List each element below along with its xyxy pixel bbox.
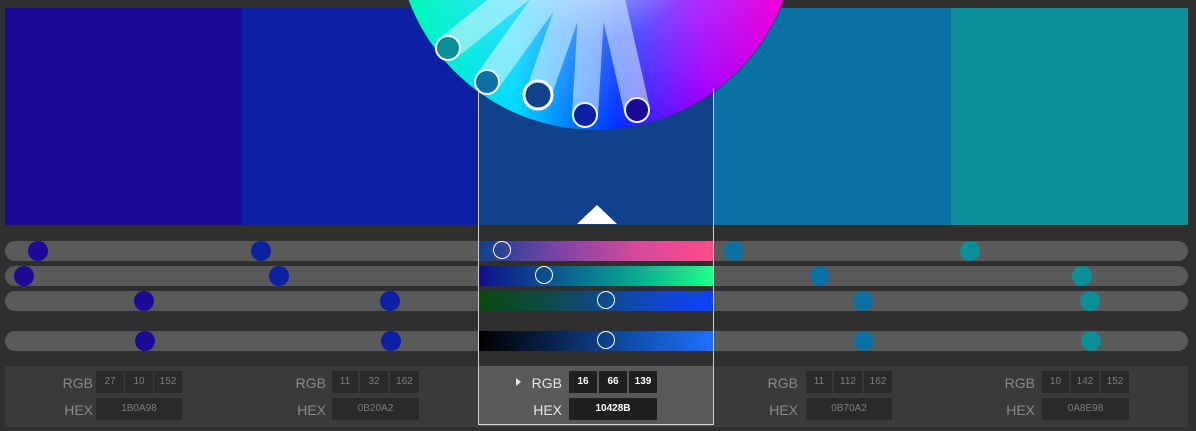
- slider-dot[interactable]: [1081, 331, 1101, 351]
- g-value[interactable]: 142: [1071, 371, 1099, 393]
- slider-dot[interactable]: [960, 241, 980, 261]
- slider-dot[interactable]: [810, 266, 830, 286]
- selected-slider-handle[interactable]: [493, 241, 511, 259]
- slider-dot[interactable]: [28, 241, 48, 261]
- hex-value[interactable]: 10428B: [569, 398, 657, 420]
- b-value[interactable]: 139: [629, 371, 657, 393]
- slider-dot[interactable]: [1080, 291, 1100, 311]
- rgb-label: RGB: [531, 375, 562, 391]
- swatch-3-values-selected: RGB 16 66 139 HEX 10428B: [479, 366, 714, 426]
- hex-label: HEX: [1006, 402, 1035, 418]
- r-value[interactable]: 11: [806, 371, 832, 393]
- slider-dot[interactable]: [853, 291, 873, 311]
- slider-dot[interactable]: [854, 331, 874, 351]
- hex-label: HEX: [64, 402, 93, 418]
- hex-value[interactable]: 0B70A2: [806, 398, 892, 420]
- b-value[interactable]: 152: [154, 371, 182, 393]
- swatch-5-values: RGB 10 142 152 HEX 0A8E98: [951, 366, 1188, 427]
- slider-dot[interactable]: [135, 331, 155, 351]
- slider-dot[interactable]: [381, 331, 401, 351]
- hex-label: HEX: [297, 402, 326, 418]
- hex-value[interactable]: 0A8E98: [1042, 398, 1129, 420]
- slider-dot[interactable]: [251, 241, 271, 261]
- selected-slider-handle[interactable]: [597, 291, 615, 309]
- b-value[interactable]: 152: [1101, 371, 1129, 393]
- swatch-5[interactable]: [951, 8, 1188, 225]
- rgb-label: RGB: [62, 375, 93, 391]
- rgb-label: RGB: [295, 375, 326, 391]
- r-value[interactable]: 11: [332, 371, 358, 393]
- hex-value[interactable]: 0B20A2: [332, 398, 419, 420]
- r-value[interactable]: 27: [96, 371, 124, 393]
- slider-dot[interactable]: [724, 241, 744, 261]
- swatch-4[interactable]: [714, 8, 951, 225]
- swatch-2[interactable]: [242, 8, 479, 225]
- b-value[interactable]: 162: [390, 371, 419, 393]
- slider-dot[interactable]: [14, 266, 34, 286]
- swatch-1[interactable]: [5, 8, 242, 225]
- rgb-label: RGB: [767, 375, 798, 391]
- g-value[interactable]: 32: [360, 371, 388, 393]
- slider-dot[interactable]: [269, 266, 289, 286]
- selected-slider-handle[interactable]: [597, 331, 615, 349]
- hex-label: HEX: [769, 402, 798, 418]
- swatch-4-values: RGB 11 112 162 HEX 0B70A2: [714, 366, 951, 427]
- selected-slider-handle[interactable]: [535, 266, 553, 284]
- caret-right-icon: [516, 378, 521, 386]
- r-value[interactable]: 16: [569, 371, 597, 393]
- swatch-1-values: RGB 27 10 152 HEX 1B0A98: [5, 366, 242, 427]
- selected-saturation-gradient[interactable]: [479, 266, 714, 286]
- r-value[interactable]: 10: [1042, 371, 1069, 393]
- g-value[interactable]: 66: [599, 371, 627, 393]
- slider-dot[interactable]: [134, 291, 154, 311]
- g-value[interactable]: 112: [834, 371, 862, 393]
- b-value[interactable]: 162: [864, 371, 892, 393]
- rgb-label: RGB: [1004, 375, 1035, 391]
- hex-value[interactable]: 1B0A98: [96, 398, 182, 420]
- slider-dot[interactable]: [380, 291, 400, 311]
- slider-dot[interactable]: [1072, 266, 1092, 286]
- swatch-2-values: RGB 11 32 162 HEX 0B20A2: [242, 366, 479, 427]
- g-value[interactable]: 10: [125, 371, 153, 393]
- selected-swatch-arrow: [577, 205, 617, 224]
- selected-hue-gradient[interactable]: [479, 241, 714, 261]
- hex-label: HEX: [533, 402, 562, 418]
- swatch-3-selected[interactable]: [479, 8, 714, 225]
